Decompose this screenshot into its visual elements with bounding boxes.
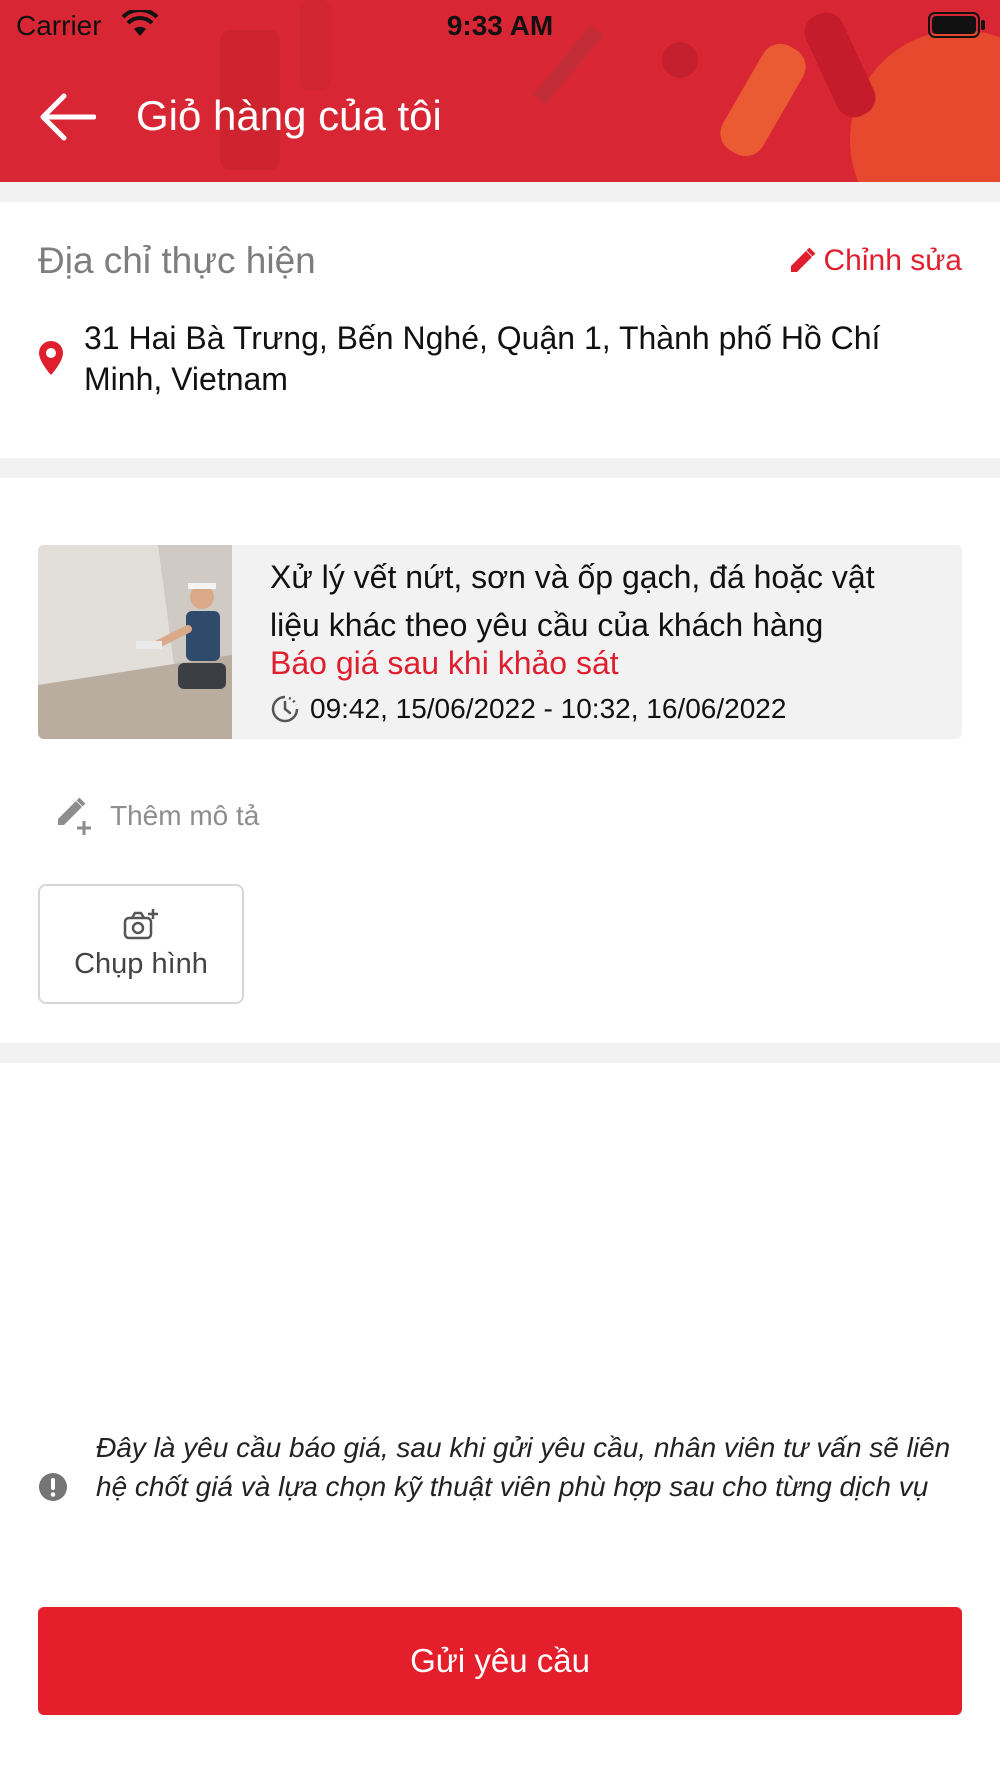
- clock-icon: [271, 695, 299, 723]
- battery-icon: [928, 12, 985, 38]
- nav-bar: Giỏ hàng của tôi: [0, 76, 1000, 156]
- add-description-label: Thêm mô tả: [110, 800, 260, 831]
- service-price: Báo giá sau khi khảo sát: [270, 645, 619, 681]
- take-photo-button[interactable]: Chụp hình: [38, 884, 244, 1004]
- service-time: 09:42, 15/06/2022 - 10:32, 16/06/2022: [270, 693, 786, 725]
- section-divider: [0, 182, 1000, 202]
- take-photo-label: Chụp hình: [74, 947, 208, 980]
- edit-address-button[interactable]: Chỉnh sửa: [788, 244, 963, 278]
- address-section-title: Địa chỉ thực hiện: [38, 240, 316, 281]
- pencil-icon: [790, 247, 815, 272]
- section-divider: [0, 458, 1000, 478]
- location-pin-icon: [39, 341, 63, 375]
- quote-note-text: Đây là yêu cầu báo giá, sau khi gửi yêu …: [96, 1432, 951, 1502]
- edit-address-label: Chỉnh sửa: [823, 244, 963, 277]
- status-bar: Carrier 9:33 AM: [0, 0, 1000, 50]
- edit-add-icon: [58, 797, 91, 835]
- section-divider: [0, 1043, 1000, 1063]
- page-title: Giỏ hàng của tôi: [136, 92, 442, 139]
- address-text: 31 Hai Bà Trưng, Bến Nghé, Quận 1, Thành…: [84, 320, 881, 397]
- back-arrow-icon[interactable]: [38, 92, 96, 142]
- submit-request-button[interactable]: Gửi yêu cầu: [38, 1607, 962, 1715]
- service-time-range: 09:42, 15/06/2022 - 10:32, 16/06/2022: [310, 693, 787, 724]
- service-name: Xử lý vết nứt, sơn và ốp gạch, đá hoặc v…: [270, 559, 875, 643]
- service-photo: [38, 545, 232, 739]
- info-alert-icon: [39, 1473, 67, 1501]
- service-item-card[interactable]: Xử lý vết nứt, sơn và ốp gạch, đá hoặc v…: [38, 545, 962, 739]
- add-camera-icon: [123, 908, 158, 939]
- add-description-button[interactable]: Thêm mô tả: [56, 795, 259, 837]
- app-header: Carrier 9:33 AM Giỏ hàng của tôi: [0, 0, 1000, 182]
- status-time: 9:33 AM: [446, 10, 554, 41]
